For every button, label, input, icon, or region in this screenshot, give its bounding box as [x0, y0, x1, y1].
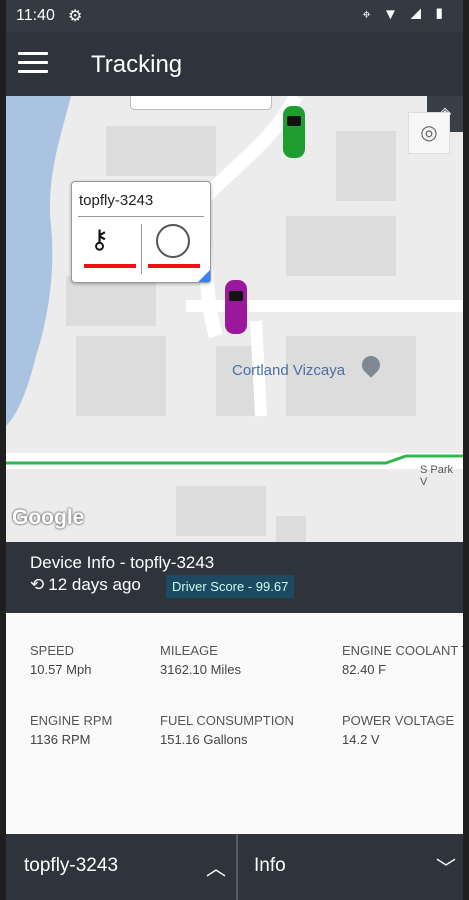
device-popup[interactable]: topfly-3243 ⚷: [71, 181, 211, 283]
stat-label: ENGINE COOLANT T: [342, 643, 463, 658]
page-title: Tracking: [91, 51, 183, 78]
stat-value: 82.40 F: [342, 662, 387, 677]
stats-panel: SPEED 10.57 Mph MILEAGE 3162.10 Miles ENGI…: [6, 613, 463, 834]
chevron-down-icon: ﹀: [436, 858, 456, 880]
popup-divider: [78, 216, 204, 217]
stat-mileage: MILEAGE 3162.10 Miles: [160, 643, 241, 677]
driver-score-badge: Driver Score - 99.67: [166, 575, 295, 598]
last-seen-text: 12 days ago: [48, 575, 141, 594]
menu-icon[interactable]: [18, 52, 48, 74]
map-view[interactable]: ◈ ◎ topfly-3243 ⚷ Cortland Vizcaya S Par…: [6, 96, 463, 542]
history-icon: ⟲: [30, 575, 45, 594]
info-selector[interactable]: Info ﹀: [238, 834, 463, 900]
popup-vertical-divider: [141, 224, 142, 274]
stat-label: MILEAGE: [160, 643, 218, 658]
stat-value: 10.57 Mph: [30, 662, 92, 677]
device-info-header: Device Info - topfly-3243 ⟲ 12 days ago D…: [6, 542, 463, 613]
bottom-bar: topfly-3243 ︿ Info ﹀: [6, 834, 463, 900]
last-seen: ⟲ 12 days ago: [30, 575, 141, 595]
stat-engine-coolant: ENGINE COOLANT T 82.40 F: [342, 643, 463, 677]
stat-value: 3162.10 Miles: [160, 662, 241, 677]
stat-value: 1136 RPM: [30, 732, 91, 747]
stat-value: 14.2 V: [342, 732, 380, 747]
stat-speed: SPEED 10.57 Mph: [30, 643, 91, 677]
device-info-title: Device Info - topfly-3243: [30, 553, 215, 572]
info-selector-label: Info: [254, 855, 286, 876]
street-label: S Park V: [420, 464, 454, 488]
place-label[interactable]: Cortland Vizcaya: [232, 362, 345, 379]
device-selector-label: topfly-3243: [24, 855, 119, 876]
stat-fuel-consumption: FUEL CONSUMPTION 151.16 Gallons: [160, 713, 294, 747]
ignition-status-bar: [84, 264, 136, 268]
ignition-key-icon: ⚷: [90, 224, 110, 254]
gear-icon: ⚙: [68, 8, 83, 25]
my-location-icon[interactable]: ◎: [408, 112, 450, 154]
stat-label: ENGINE RPM: [30, 713, 113, 728]
status-icons: ⌖ ▼ ◢ ▮: [362, 6, 449, 23]
stat-engine-rpm: ENGINE RPM 1136 RPM: [30, 713, 112, 747]
popup-corner: [198, 270, 210, 282]
status-time: 11:40: [16, 7, 55, 24]
app-frame: 11:40 ⚙ ⌖ ▼ ◢ ▮ Tracking ◎ topfly-3243 ⚷…: [6, 0, 463, 900]
green-car-icon: [283, 106, 305, 158]
device-selector[interactable]: topfly-3243 ︿: [6, 834, 236, 900]
stat-power-voltage: POWER VOLTAGE 14.2 V: [342, 713, 454, 747]
purple-car-icon: [225, 280, 247, 334]
stat-label: FUEL CONSUMPTION: [160, 713, 294, 728]
status-bar: 11:40 ⚙ ⌖ ▼ ◢ ▮: [6, 0, 463, 32]
popup-device-name: topfly-3243: [79, 192, 154, 209]
motion-status-bar: [148, 264, 200, 268]
stat-label: POWER VOLTAGE: [342, 713, 455, 728]
device-popup-top[interactable]: [130, 96, 272, 110]
map-canvas: [6, 96, 463, 542]
stat-value: 151.16 Gallons: [160, 732, 248, 747]
chevron-up-icon: ︿: [206, 858, 226, 880]
app-bar: Tracking: [6, 32, 463, 96]
google-logo: Google: [12, 506, 85, 529]
stat-label: SPEED: [30, 643, 75, 658]
wheel-icon: [156, 224, 190, 258]
